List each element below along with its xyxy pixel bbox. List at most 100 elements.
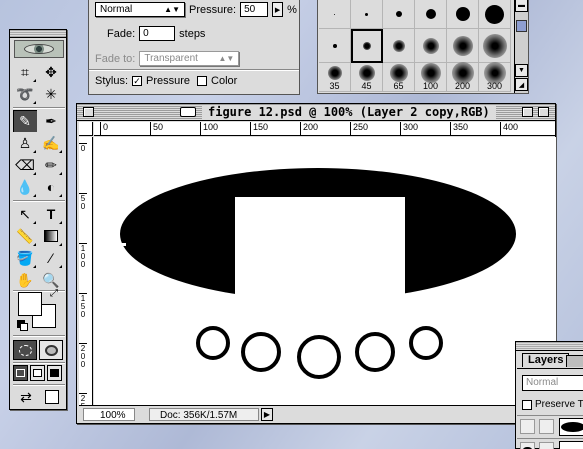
collapse-box-icon[interactable] <box>538 107 549 117</box>
gradient-tool-icon[interactable] <box>39 225 63 247</box>
brush-soft-5[interactable] <box>447 29 479 63</box>
brush-size-label: 100 <box>422 81 439 91</box>
zoom-box-icon[interactable] <box>522 107 533 117</box>
stylus-pressure-checkbox[interactable]: ✓ <box>132 76 143 86</box>
zoom-level-field[interactable]: 100% <box>83 408 135 421</box>
brush-13px[interactable] <box>447 0 479 29</box>
channels-tab[interactable] <box>566 355 583 367</box>
layers-palette-title-bar[interactable] <box>516 342 583 351</box>
preserve-transparency-checkbox[interactable] <box>522 399 532 410</box>
brush-soft-3[interactable] <box>383 29 415 63</box>
jump-to-imageready-icon[interactable]: ⇄ <box>13 386 39 408</box>
toolbox-divider <box>13 362 65 364</box>
white-screen-rect <box>235 197 405 326</box>
pen-tool-icon[interactable]: ↖ <box>13 203 37 225</box>
pressure-field[interactable]: 50 <box>240 2 269 17</box>
scroll-thumb[interactable] <box>516 20 527 32</box>
layer-visibility-icon[interactable] <box>520 419 535 434</box>
photoshop-eye-logo[interactable] <box>14 40 64 58</box>
close-box-icon[interactable] <box>83 107 94 117</box>
fade-to-popup[interactable]: Transparent ▲▼ <box>139 51 240 66</box>
full-screen-mode-icon[interactable] <box>47 365 62 381</box>
crop-tool-icon[interactable]: ⌗ <box>13 61 37 83</box>
standard-screen-mode-icon[interactable] <box>13 365 28 381</box>
brush-19px[interactable] <box>479 0 511 29</box>
brush-soft-4[interactable] <box>415 29 447 63</box>
default-colors-icon[interactable] <box>17 320 28 331</box>
layer-link-icon[interactable] <box>539 442 554 449</box>
pressure-slider-arrow-icon[interactable]: ▶ <box>272 2 284 17</box>
eraser-tool-icon[interactable]: ⌫ <box>13 154 37 176</box>
brush-size-label: 200 <box>454 81 471 91</box>
magic-wand-tool-icon[interactable]: ✳ <box>39 83 63 105</box>
blur-tool-icon[interactable]: 💧 <box>13 176 37 198</box>
swap-colors-icon[interactable]: ⤢ <box>50 288 58 299</box>
brush-soft-100[interactable]: 100 <box>415 63 447 92</box>
pressure-value: 50 <box>244 4 256 15</box>
layer-row[interactable] <box>517 415 583 437</box>
document-size-info: Doc: 356K/1.57M <box>149 408 259 421</box>
move-tool-icon[interactable]: ✥ <box>39 61 63 83</box>
preserve-transparency-label: Preserve T <box>535 399 583 410</box>
fade-steps-field[interactable]: 0 <box>139 26 176 41</box>
eye-icon[interactable] <box>520 442 535 449</box>
imageready-icon[interactable] <box>41 386 63 408</box>
paintbrush-tool-icon[interactable]: ✎ <box>13 110 37 132</box>
vertical-ruler[interactable]: 0 50 100 150 200 250 <box>79 137 93 405</box>
popup-arrows-icon: ▲▼ <box>218 54 235 63</box>
hand-tool-icon[interactable]: ✋ <box>13 269 37 291</box>
blend-mode-popup[interactable]: Normal ▲▼ <box>95 2 185 17</box>
brush-soft-1[interactable] <box>319 29 351 63</box>
brush-5px[interactable] <box>383 0 415 29</box>
scroll-down-arrow-icon[interactable]: ▼ <box>515 64 528 77</box>
measure-tool-icon[interactable]: 📏 <box>13 225 37 247</box>
layers-tab[interactable]: Layers <box>522 353 570 367</box>
pencil-tool-icon[interactable]: ✏ <box>39 154 63 176</box>
scroll-top-icon[interactable]: ▬ <box>515 0 528 12</box>
brush-9px[interactable] <box>415 0 447 29</box>
ruler-label: 150 <box>79 293 87 319</box>
eyedropper-tool-icon[interactable]: ⁄ <box>39 247 63 269</box>
rubber-stamp-tool-icon[interactable]: ♙ <box>13 132 37 154</box>
fade-to-value: Transparent <box>144 53 198 64</box>
status-menu-arrow-icon[interactable]: ▶ <box>261 408 273 421</box>
ruler-origin[interactable] <box>79 122 93 136</box>
airbrush-tool-icon[interactable]: ✒ <box>39 110 63 132</box>
foreground-color-swatch[interactable] <box>18 292 42 316</box>
lasso-tool-icon[interactable]: ➰ <box>13 83 37 105</box>
document-proxy-icon[interactable] <box>180 107 196 117</box>
dodge-tool-icon[interactable]: ◐ <box>39 176 63 198</box>
stylus-color-checkbox[interactable] <box>197 76 208 86</box>
brushes-palette: 35 45 65 100 200 300 ▬ ▼ ◢ <box>317 0 529 94</box>
brush-soft-selected[interactable] <box>351 29 383 63</box>
brush-soft-6[interactable] <box>479 29 511 63</box>
brushes-scrollbar[interactable]: ▬ ▼ ◢ <box>514 0 528 93</box>
brush-soft-45[interactable]: 45 <box>351 63 383 92</box>
type-tool-icon[interactable]: T <box>39 203 63 225</box>
history-brush-tool-icon[interactable]: ✍ <box>39 132 63 154</box>
artwork <box>118 168 522 379</box>
horizontal-ruler[interactable]: 0 50 100 150 200 250 300 350 400 <box>94 122 555 136</box>
layer-row[interactable] <box>517 438 583 449</box>
brush-1px[interactable] <box>319 0 351 29</box>
quick-mask-mode-icon[interactable] <box>39 340 63 360</box>
brush-soft-300[interactable]: 300 <box>479 62 511 92</box>
standard-mode-icon[interactable] <box>13 340 37 360</box>
full-screen-menubar-mode-icon[interactable] <box>30 365 45 381</box>
resize-grip-icon[interactable]: ◢ <box>515 78 528 91</box>
paint-bucket-tool-icon[interactable]: 🪣 <box>13 247 37 269</box>
fade-value: 0 <box>143 28 149 39</box>
brush-soft-65[interactable]: 65 <box>383 63 415 92</box>
brush-3px[interactable] <box>351 0 383 29</box>
brush-soft-200[interactable]: 200 <box>447 62 479 92</box>
layer-thumbnail[interactable] <box>559 418 583 436</box>
layer-link-icon[interactable] <box>539 419 554 434</box>
image-canvas[interactable] <box>94 137 556 405</box>
layer-blend-mode-popup[interactable]: Normal <box>522 375 583 391</box>
layer-thumbnail[interactable] <box>559 441 583 449</box>
toolbox-title-bar[interactable] <box>10 30 66 38</box>
document-title-bar[interactable]: figure 12.psd @ 100% (Layer 2 copy,RGB) <box>77 104 555 121</box>
brush-soft-35[interactable]: 35 <box>319 63 351 92</box>
fade-to-label: Fade to: <box>95 52 136 65</box>
preserve-transparency-option[interactable]: Preserve T <box>522 399 583 410</box>
